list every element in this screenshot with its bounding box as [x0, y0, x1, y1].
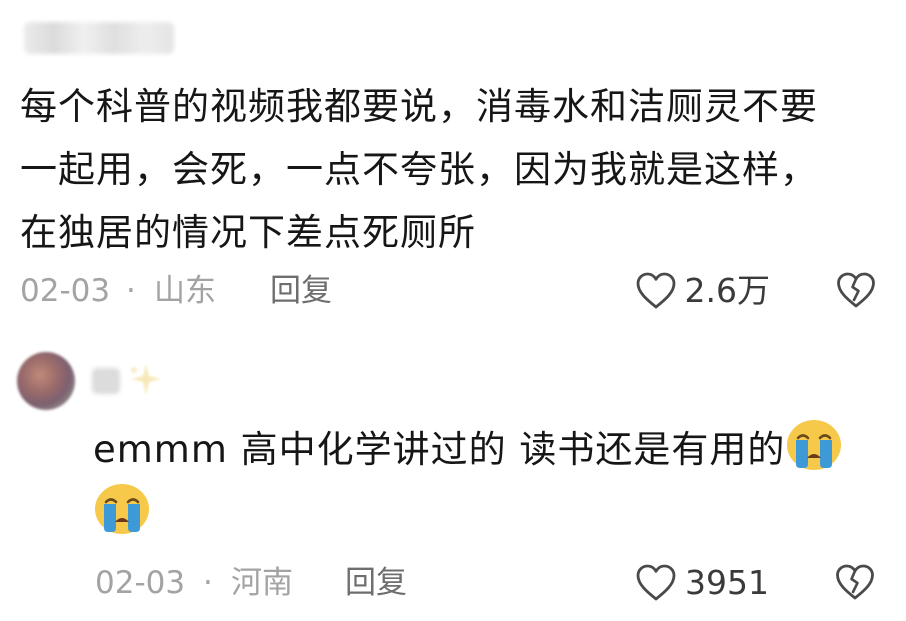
like-count: 2.6万 [684, 271, 770, 310]
reply-button[interactable]: 回复 [270, 266, 332, 316]
username-blurred[interactable] [92, 368, 120, 394]
reply-button[interactable]: 回复 [345, 558, 407, 608]
reply-meta-row: 02-03 · 河南 回复 3951 [95, 558, 880, 608]
comment-item: 每个科普的视频我都要说，消毒水和洁厕灵不要 一起用，会死，一点不夸张，因为我就是… [0, 0, 906, 330]
crying-face-emoji-icon [787, 420, 842, 470]
like-button[interactable]: 2.6万 [635, 266, 770, 316]
comment-meta-row: 02-03 · 山东 回复 2.6万 [20, 266, 880, 316]
reply-text-content: emmm 高中化学讲过的 读书还是有用的 [93, 428, 786, 471]
meta-separator: · [203, 565, 213, 601]
heart-icon[interactable] [635, 271, 677, 311]
reply-date: 02-03 [95, 565, 186, 601]
avatar[interactable] [17, 352, 75, 410]
reply-item: emmm 高中化学讲过的 读书还是有用的 02-03 · 河南 回复 3951 [0, 340, 906, 621]
crying-face-emoji-icon [95, 484, 149, 534]
comment-date: 02-03 [20, 273, 111, 309]
broken-heart-icon[interactable] [835, 563, 875, 603]
comment-location: 山东 [154, 273, 216, 309]
username-blurred[interactable] [24, 22, 174, 54]
sparkle-icon [131, 364, 161, 395]
reply-location: 河南 [231, 565, 293, 601]
broken-heart-icon[interactable] [836, 271, 876, 311]
comment-text: 每个科普的视频我都要说，消毒水和洁厕灵不要 一起用，会死，一点不夸张，因为我就是… [20, 85, 818, 254]
reply-text: emmm 高中化学讲过的 读书还是有用的 [93, 418, 893, 546]
like-count: 3951 [685, 563, 769, 602]
like-button[interactable]: 3951 [635, 558, 769, 608]
heart-icon[interactable] [635, 563, 677, 603]
meta-separator: · [126, 273, 136, 309]
